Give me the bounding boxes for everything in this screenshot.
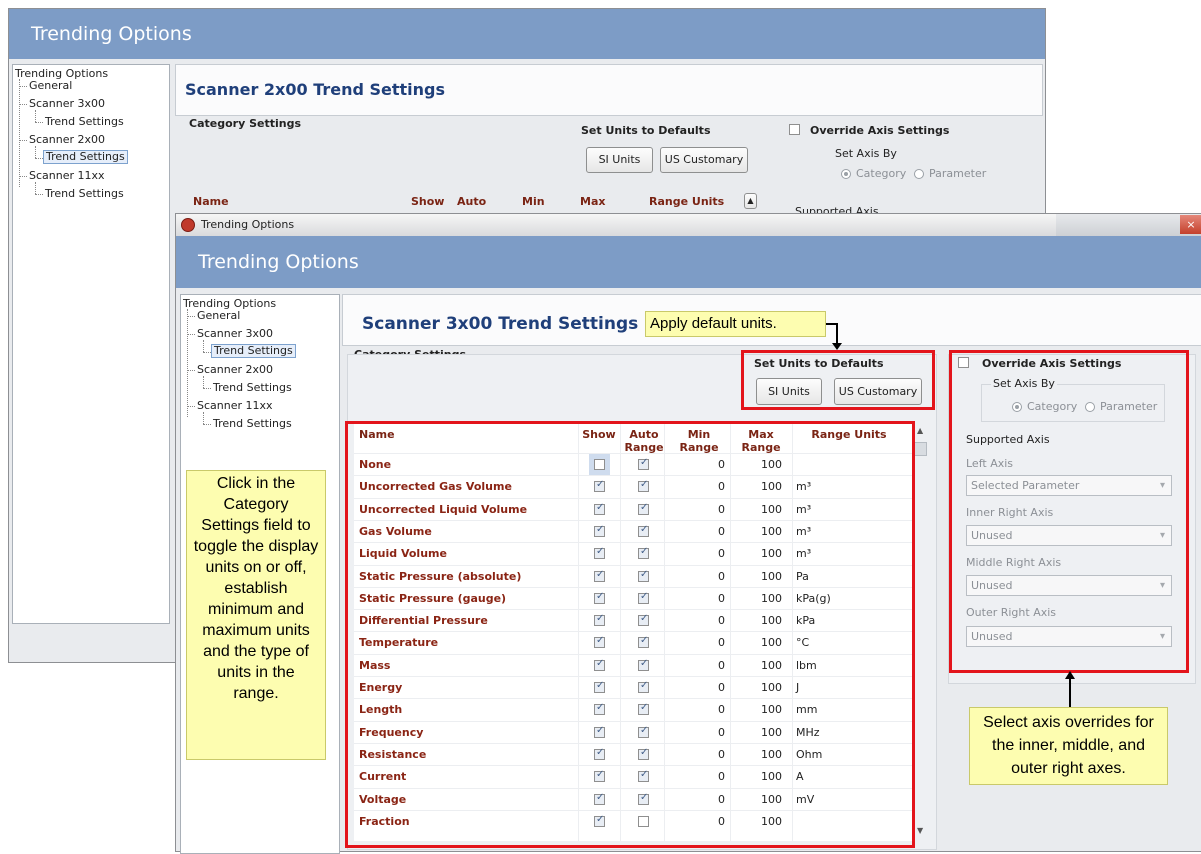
table-highlight-box xyxy=(345,421,915,848)
back-us-customary-button[interactable]: US Customary xyxy=(660,147,748,173)
back-col-range-units: Range Units xyxy=(649,195,725,208)
back-col-name: Name xyxy=(193,195,229,208)
category-help-callout: Click in the Category Settings field to … xyxy=(186,470,326,760)
back-col-min: Min xyxy=(522,195,545,208)
scroll-thumb[interactable] xyxy=(914,442,927,456)
front-tree-item-trend-settings-11xx[interactable]: Trend Settings xyxy=(213,418,292,430)
close-icon[interactable]: × xyxy=(1180,215,1201,234)
tree-item-trend-settings-3x00[interactable]: Trend Settings xyxy=(45,116,124,128)
back-si-units-button[interactable]: SI Units xyxy=(586,147,653,173)
set-units-highlight-box xyxy=(741,350,935,410)
back-override-axis-checkbox[interactable] xyxy=(789,124,800,135)
app-logo-icon xyxy=(181,218,195,232)
tree-item-trend-settings-2x00[interactable]: Trend Settings xyxy=(43,150,128,164)
front-tree-item-trend-settings-2x00[interactable]: Trend Settings xyxy=(213,382,292,394)
scroll-down-icon[interactable]: ▼ xyxy=(917,826,923,835)
front-title-bar: Trending Options × xyxy=(176,214,1201,237)
arrow-down-icon xyxy=(832,343,842,350)
callout-connector xyxy=(1069,676,1071,708)
axis-help-callout: Select axis overrides for the inner, mid… xyxy=(969,707,1168,785)
tree-item-scanner-2x00[interactable]: Scanner 2x00 xyxy=(29,134,105,146)
back-scroll-up-button[interactable]: ▲ xyxy=(744,193,757,209)
tree-item-general[interactable]: General xyxy=(29,80,72,92)
tree-item-scanner-11xx[interactable]: Scanner 11xx xyxy=(29,170,105,182)
back-col-auto: Auto xyxy=(457,195,487,208)
back-radio-category[interactable] xyxy=(841,169,851,179)
front-window-title: Trending Options xyxy=(201,218,295,231)
front-window-header: Trending Options xyxy=(176,236,1201,288)
back-radio-parameter[interactable] xyxy=(914,169,924,179)
apply-default-callout: Apply default units. xyxy=(645,311,826,337)
back-set-units-label: Set Units to Defaults xyxy=(581,124,711,137)
front-tree-item-scanner-3x00[interactable]: Scanner 3x00 xyxy=(197,328,273,340)
tree-item-scanner-3x00[interactable]: Scanner 3x00 xyxy=(29,98,105,110)
back-page-title: Scanner 2x00 Trend Settings xyxy=(185,80,446,99)
override-axis-highlight-box xyxy=(949,350,1189,673)
back-nav-tree: Trending Options General Scanner 3x00 Tr… xyxy=(12,64,170,624)
back-override-axis-label: Override Axis Settings xyxy=(810,124,950,137)
back-radio-parameter-label: Parameter xyxy=(929,167,987,180)
back-category-settings-label: Category Settings xyxy=(189,117,301,130)
front-tree-item-general[interactable]: General xyxy=(197,310,240,322)
front-page-title: Scanner 3x00 Trend Settings xyxy=(362,314,639,334)
back-radio-category-label: Category xyxy=(856,167,907,180)
back-set-axis-by-label: Set Axis By xyxy=(835,147,897,160)
back-col-max: Max xyxy=(580,195,606,208)
front-tree-item-scanner-11xx[interactable]: Scanner 11xx xyxy=(197,400,273,412)
front-tree-item-trend-settings-3x00[interactable]: Trend Settings xyxy=(211,344,296,358)
front-tree-item-scanner-2x00[interactable]: Scanner 2x00 xyxy=(197,364,273,376)
tree-item-trend-settings-11xx[interactable]: Trend Settings xyxy=(45,188,124,200)
back-window-header: Trending Options xyxy=(9,9,1045,59)
back-col-show: Show xyxy=(411,195,445,208)
arrow-up-icon xyxy=(1065,671,1075,679)
scroll-up-icon[interactable]: ▲ xyxy=(917,426,923,435)
